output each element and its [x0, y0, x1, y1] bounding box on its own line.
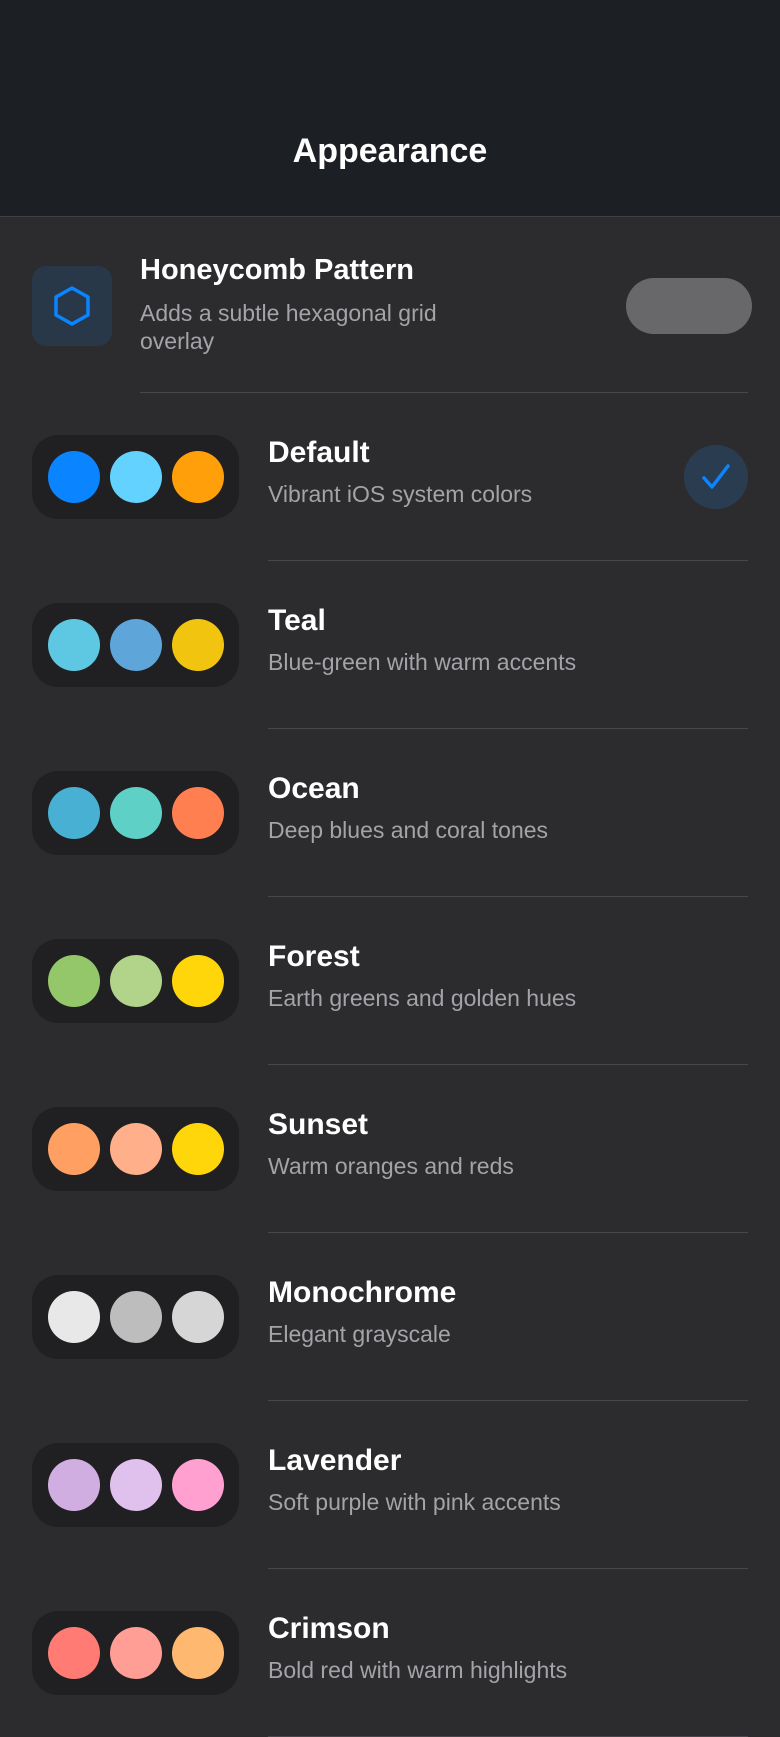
- theme-name: Forest: [268, 940, 360, 973]
- color-swatch-group: [32, 1275, 239, 1359]
- color-swatch-group: [32, 435, 239, 519]
- color-swatch-group: [32, 1611, 239, 1695]
- theme-name: Lavender: [268, 1444, 402, 1477]
- color-swatch: [48, 787, 100, 839]
- color-swatch-group: [32, 1443, 239, 1527]
- theme-description: Blue-green with warm accents: [268, 649, 577, 675]
- theme-name: Default: [268, 436, 370, 469]
- color-swatch: [48, 1291, 100, 1343]
- page-title: Appearance: [292, 132, 488, 170]
- nav-header: Appearance: [0, 0, 780, 217]
- color-swatch: [48, 1627, 100, 1679]
- selected-badge: [684, 445, 748, 509]
- theme-row-sunset[interactable]: Sunset Warm oranges and reds: [0, 1065, 780, 1233]
- color-swatch: [110, 1123, 162, 1175]
- color-swatch-group: [32, 1107, 239, 1191]
- theme-name: Teal: [268, 604, 326, 637]
- theme-description: Earth greens and golden hues: [268, 985, 577, 1011]
- color-swatch: [172, 1459, 224, 1511]
- theme-row-ocean[interactable]: Ocean Deep blues and coral tones: [0, 729, 780, 897]
- color-swatch: [172, 1627, 224, 1679]
- honeycomb-pattern-row: Honeycomb Pattern Adds a subtle hexagona…: [0, 217, 780, 393]
- theme-name: Crimson: [268, 1612, 390, 1645]
- theme-description: Soft purple with pink accents: [268, 1489, 561, 1515]
- theme-description: Bold red with warm highlights: [268, 1657, 568, 1683]
- theme-description: Vibrant iOS system colors: [268, 481, 533, 507]
- theme-description: Deep blues and coral tones: [268, 817, 549, 843]
- theme-description: Warm oranges and reds: [268, 1153, 514, 1179]
- color-swatch-group: [32, 603, 239, 687]
- theme-row-forest[interactable]: Forest Earth greens and golden hues: [0, 897, 780, 1065]
- color-swatch: [48, 1123, 100, 1175]
- color-swatch: [110, 1291, 162, 1343]
- honeycomb-title: Honeycomb Pattern: [140, 254, 414, 286]
- theme-row-teal[interactable]: Teal Blue-green with warm accents: [0, 561, 780, 729]
- color-swatch: [110, 451, 162, 503]
- color-swatch: [172, 451, 224, 503]
- color-swatch: [48, 1459, 100, 1511]
- color-swatch: [48, 619, 100, 671]
- honeycomb-icon-box: [32, 266, 112, 346]
- theme-row-default[interactable]: Default Vibrant iOS system colors: [0, 393, 780, 561]
- color-swatch: [110, 1627, 162, 1679]
- theme-row-monochrome[interactable]: Monochrome Elegant grayscale: [0, 1233, 780, 1401]
- color-swatch: [172, 955, 224, 1007]
- checkmark-icon: [702, 464, 730, 489]
- theme-name: Monochrome: [268, 1276, 457, 1309]
- color-swatch: [110, 619, 162, 671]
- color-swatch-group: [32, 771, 239, 855]
- theme-list: Default Vibrant iOS system colors Teal Blue…: [0, 393, 780, 1737]
- honeycomb-description: Adds a subtle hexagonal grid overlay: [140, 300, 437, 354]
- color-swatch: [172, 1291, 224, 1343]
- color-swatch: [48, 451, 100, 503]
- theme-description: Elegant grayscale: [268, 1321, 451, 1347]
- theme-name: Sunset: [268, 1108, 369, 1141]
- color-swatch-group: [32, 939, 239, 1023]
- color-swatch: [172, 619, 224, 671]
- color-swatch: [110, 1459, 162, 1511]
- color-swatch: [110, 955, 162, 1007]
- hexagon-icon: [54, 286, 90, 326]
- theme-row-lavender[interactable]: Lavender Soft purple with pink accents: [0, 1401, 780, 1569]
- honeycomb-toggle[interactable]: [626, 278, 752, 334]
- color-swatch: [172, 787, 224, 839]
- settings-list: Honeycomb Pattern Adds a subtle hexagona…: [0, 217, 780, 1737]
- color-swatch: [48, 955, 100, 1007]
- color-swatch: [172, 1123, 224, 1175]
- theme-row-crimson[interactable]: Crimson Bold red with warm highlights: [0, 1569, 780, 1737]
- theme-name: Ocean: [268, 772, 360, 805]
- color-swatch: [110, 787, 162, 839]
